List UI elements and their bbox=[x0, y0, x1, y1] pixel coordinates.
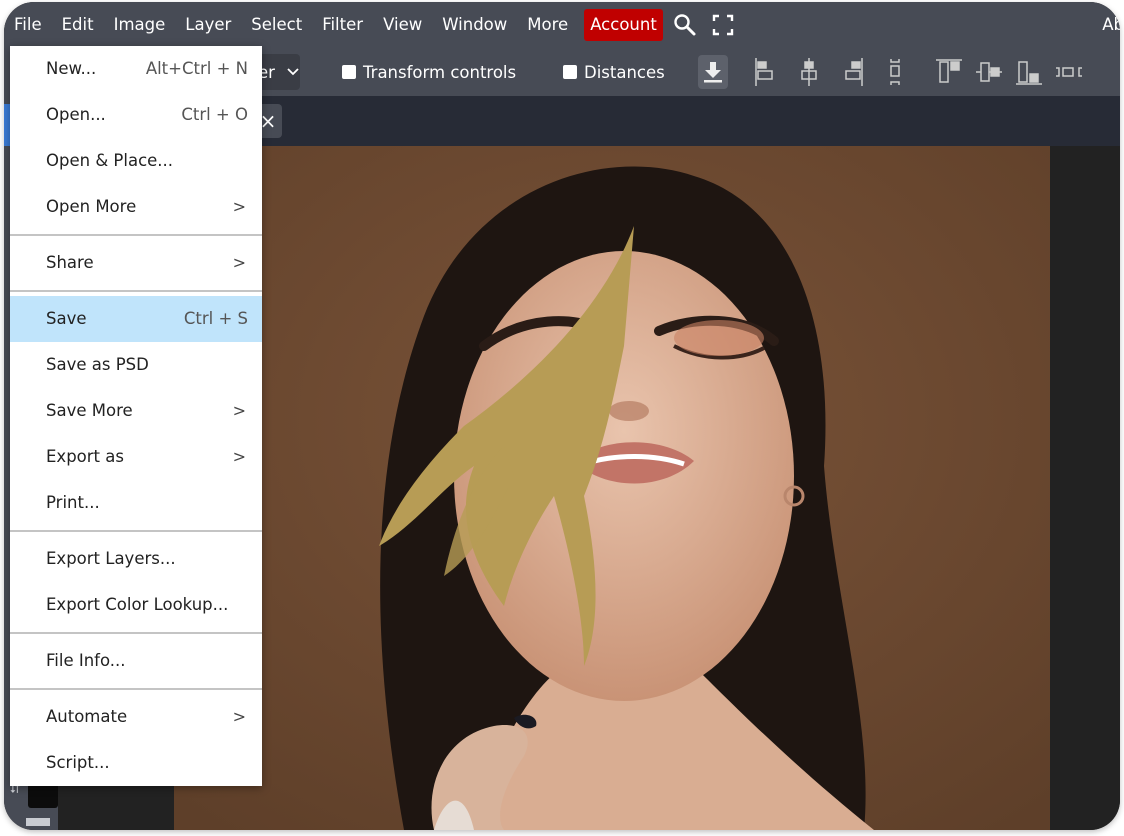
align-right-icon[interactable] bbox=[838, 56, 868, 88]
menu-item-save-more[interactable]: Save More > bbox=[10, 388, 262, 434]
menu-item-open-place[interactable]: Open & Place... bbox=[10, 138, 262, 184]
menu-item-label: File Info... bbox=[46, 651, 126, 670]
chevron-right-icon: > bbox=[232, 707, 246, 726]
menu-item-label: Export Layers... bbox=[46, 549, 176, 568]
menu-item-shortcut: Ctrl + O bbox=[181, 105, 248, 124]
distribute-v-icon[interactable] bbox=[880, 56, 910, 88]
align-middle-v-icon[interactable] bbox=[974, 56, 1004, 88]
chevron-right-icon: > bbox=[232, 401, 246, 420]
chevron-down-icon bbox=[287, 65, 299, 79]
align-left-icon[interactable] bbox=[750, 56, 780, 88]
distances-label: Distances bbox=[584, 62, 665, 82]
menu-file[interactable]: File bbox=[4, 9, 52, 41]
menu-item-label: Automate bbox=[46, 707, 128, 726]
menu-item-export-as[interactable]: Export as > bbox=[10, 434, 262, 480]
menu-separator bbox=[10, 234, 262, 236]
menu-item-file-info[interactable]: File Info... bbox=[10, 638, 262, 684]
app-window: File Edit Image Layer Select Filter View… bbox=[4, 2, 1120, 830]
menu-item-open[interactable]: Open... Ctrl + O bbox=[10, 92, 262, 138]
menu-item-label: Open & Place... bbox=[46, 151, 174, 170]
menu-item-shortcut: Alt+Ctrl + N bbox=[145, 59, 248, 78]
menu-item-print[interactable]: Print... bbox=[10, 480, 262, 526]
menu-item-export-layers[interactable]: Export Layers... bbox=[10, 536, 262, 582]
menu-item-label: Save as PSD bbox=[46, 355, 149, 374]
canvas-image[interactable] bbox=[174, 146, 1050, 830]
chevron-right-icon: > bbox=[232, 253, 246, 272]
distances-checkbox[interactable]: Distances bbox=[563, 61, 665, 83]
menu-item-label: Open... bbox=[46, 105, 106, 124]
menu-item-save[interactable]: Save Ctrl + S bbox=[10, 296, 262, 342]
transform-controls-checkbox[interactable]: Transform controls bbox=[342, 61, 516, 83]
menu-item-label: Save bbox=[46, 309, 87, 328]
menu-window[interactable]: Window bbox=[432, 9, 517, 41]
menu-item-label: Script... bbox=[46, 753, 110, 772]
align-top-icon[interactable] bbox=[934, 56, 964, 88]
menu-filter[interactable]: Filter bbox=[312, 9, 373, 41]
checkbox-box[interactable] bbox=[342, 65, 356, 79]
transform-controls-label: Transform controls bbox=[363, 62, 517, 82]
menu-separator bbox=[10, 530, 262, 532]
menu-item-new[interactable]: New... Alt+Ctrl + N bbox=[10, 46, 262, 92]
menu-select[interactable]: Select bbox=[241, 9, 312, 41]
menu-item-script[interactable]: Script... bbox=[10, 740, 262, 786]
search-icon[interactable] bbox=[669, 9, 701, 41]
menubar: File Edit Image Layer Select Filter View… bbox=[4, 2, 1120, 48]
menu-separator bbox=[10, 632, 262, 634]
menu-item-save-as-psd[interactable]: Save as PSD bbox=[10, 342, 262, 388]
menu-item-label: Open More bbox=[46, 197, 137, 216]
menu-item-export-color-lookup[interactable]: Export Color Lookup... bbox=[10, 582, 262, 628]
menu-item-label: Save More bbox=[46, 401, 133, 420]
menu-item-label: Print... bbox=[46, 493, 100, 512]
menu-item-label: New... bbox=[46, 59, 97, 78]
menu-image[interactable]: Image bbox=[104, 9, 176, 41]
fullscreen-icon[interactable] bbox=[707, 9, 739, 41]
menu-separator bbox=[10, 688, 262, 690]
menu-item-share[interactable]: Share > bbox=[10, 240, 262, 286]
menu-item-open-more[interactable]: Open More > bbox=[10, 184, 262, 230]
checkbox-box[interactable] bbox=[563, 65, 577, 79]
account-button[interactable]: Account bbox=[584, 9, 663, 41]
mini-thumbnail bbox=[26, 818, 50, 826]
align-center-h-icon[interactable] bbox=[794, 56, 824, 88]
menu-item-shortcut: Ctrl + S bbox=[183, 309, 248, 328]
menu-view[interactable]: View bbox=[373, 9, 432, 41]
about-menu[interactable]: Ab bbox=[1102, 9, 1120, 41]
download-icon[interactable] bbox=[698, 55, 728, 89]
menu-more[interactable]: More bbox=[517, 9, 578, 41]
chevron-right-icon: > bbox=[232, 197, 246, 216]
menu-item-label: Share bbox=[46, 253, 94, 272]
menu-separator bbox=[10, 290, 262, 292]
menu-item-automate[interactable]: Automate > bbox=[10, 694, 262, 740]
distribute-h-icon[interactable] bbox=[1054, 56, 1084, 88]
menu-layer[interactable]: Layer bbox=[175, 9, 241, 41]
align-bottom-icon[interactable] bbox=[1014, 56, 1044, 88]
chevron-right-icon: > bbox=[232, 447, 246, 466]
menu-item-label: Export Color Lookup... bbox=[46, 595, 229, 614]
menu-item-label: Export as bbox=[46, 447, 124, 466]
menu-edit[interactable]: Edit bbox=[52, 9, 104, 41]
file-menu: New... Alt+Ctrl + N Open... Ctrl + O Open & … bbox=[10, 46, 262, 786]
